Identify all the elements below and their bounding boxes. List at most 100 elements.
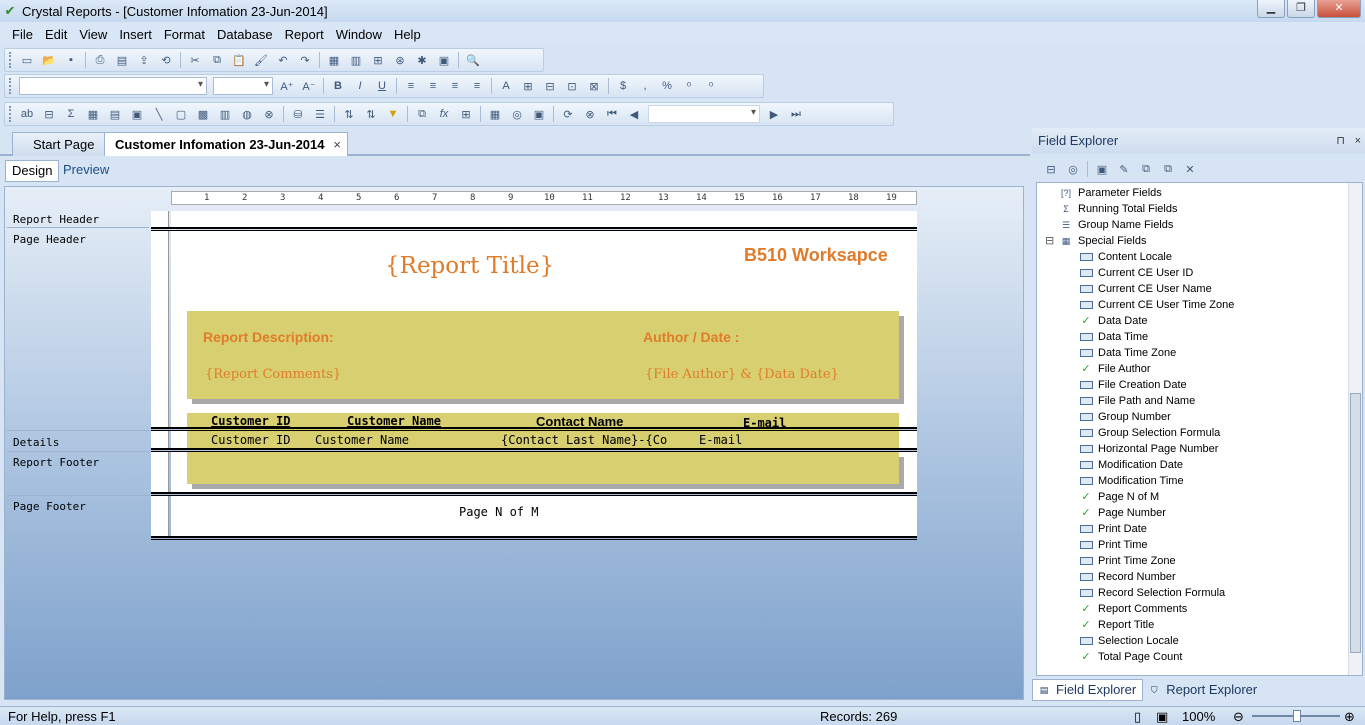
rename-field-icon[interactable]: ⧉	[1160, 161, 1176, 177]
field-tree-item[interactable]: ✓ Page N of M	[1079, 489, 1159, 505]
lock-format-icon[interactable]: ⊡	[564, 78, 580, 94]
field-tree-item[interactable]: Horizontal Page Number	[1079, 441, 1218, 457]
field-tree-item[interactable]: ✓ Report Comments	[1079, 601, 1187, 617]
detail-email[interactable]: E-mail	[699, 433, 742, 447]
description-box[interactable]	[187, 311, 899, 399]
zoom-mode-icon[interactable]: ▣	[1156, 707, 1168, 725]
menu-report[interactable]: Report	[279, 27, 330, 42]
find-icon[interactable]: 🔍	[465, 52, 481, 68]
edit-field-icon[interactable]: ✎	[1116, 161, 1132, 177]
section-report-header[interactable]: Report Header	[13, 213, 99, 226]
field-tree-item[interactable]: Group Number	[1079, 409, 1171, 425]
group-icon[interactable]: ⊟	[41, 106, 57, 122]
field-tree-item[interactable]: ✓ File Author	[1079, 361, 1150, 377]
tab-preview[interactable]: Preview	[57, 160, 115, 182]
field-tree-item[interactable]: Group Selection Formula	[1079, 425, 1220, 441]
field-tree-item[interactable]: ☰ Group Name Fields	[1059, 217, 1173, 233]
collapse-icon[interactable]: ⊟	[1045, 233, 1054, 249]
cut-icon[interactable]: ✂	[187, 52, 203, 68]
close-button[interactable]: ✕	[1317, 0, 1361, 18]
decrease-font-icon[interactable]: A⁻	[301, 78, 317, 94]
field-tree-item[interactable]: Print Time Zone	[1079, 553, 1176, 569]
page-n-of-m-field[interactable]: Page N of M	[459, 505, 538, 519]
field-tree-item[interactable]: File Creation Date	[1079, 377, 1187, 393]
table-icon[interactable]: ▦	[487, 106, 503, 122]
field-tree-item[interactable]: ✓ Total Page Count	[1079, 649, 1182, 665]
format-painter-icon[interactable]: 🖌	[253, 52, 269, 68]
report-sections-icon[interactable]: ▥	[348, 52, 364, 68]
grid-icon[interactable]: ⊞	[458, 106, 474, 122]
close-panel-icon[interactable]: ×	[1355, 128, 1361, 154]
select-expert-icon[interactable]: ⊛	[392, 52, 408, 68]
tab-field-explorer[interactable]: ▤ Field Explorer	[1032, 679, 1144, 701]
insert-field-icon[interactable]: ⊞	[370, 52, 386, 68]
menu-database[interactable]: Database	[211, 27, 279, 42]
sort-expert-icon[interactable]: ⇅	[341, 106, 357, 122]
minimize-button[interactable]: ▁	[1257, 0, 1285, 18]
field-tree-item[interactable]: Print Date	[1079, 521, 1147, 537]
field-tree-item[interactable]: Modification Date	[1079, 457, 1183, 473]
select-filter-icon[interactable]: ▼	[385, 106, 401, 122]
author-date-field[interactable]: {File Author} & {Data Date}	[645, 367, 839, 382]
toggle-field-view-icon[interactable]: ▦	[326, 52, 342, 68]
workspace-text[interactable]: B510 Worksapce	[744, 245, 888, 266]
header-customer-id[interactable]: Customer ID	[211, 414, 290, 428]
insert-to-report-icon[interactable]: ⊟	[1043, 161, 1059, 177]
report-title-field[interactable]: {Report Title}	[385, 253, 554, 279]
line-icon[interactable]: ╲	[151, 106, 167, 122]
summary-icon[interactable]: Σ	[63, 106, 79, 122]
prev-page-icon[interactable]: ◀	[626, 106, 642, 122]
bold-icon[interactable]: B	[330, 78, 346, 94]
field-tree-item[interactable]: ✓ Data Date	[1079, 313, 1147, 329]
search-db-icon[interactable]: ◎	[509, 106, 525, 122]
zoom-in-icon[interactable]: ⊕	[1344, 707, 1355, 725]
duplicate-field-icon[interactable]: ⧉	[1138, 161, 1154, 177]
field-tree-item[interactable]: ⊟ ▦ Special Fields	[1045, 233, 1146, 249]
crosstab-icon[interactable]: ▦	[85, 106, 101, 122]
page-nav-field[interactable]	[648, 105, 760, 123]
undo-icon[interactable]: ↶	[275, 52, 291, 68]
delete-field-icon[interactable]: ✕	[1182, 161, 1198, 177]
align-right-icon[interactable]: ≡	[447, 78, 463, 94]
new-field-icon[interactable]: ▣	[1094, 161, 1110, 177]
italic-icon[interactable]: I	[352, 78, 368, 94]
pin-icon[interactable]: ⊓	[1336, 128, 1345, 154]
subreport-icon[interactable]: ▣	[129, 106, 145, 122]
section-page-footer[interactable]: Page Footer	[13, 500, 86, 513]
formula-workshop-icon[interactable]: ✱	[414, 52, 430, 68]
field-tree-item[interactable]: Selection Locale	[1079, 633, 1179, 649]
picture-icon[interactable]: ▩	[195, 106, 211, 122]
detail-contact-formula[interactable]: {Contact Last Name}-{Con	[501, 433, 667, 447]
next-page-icon[interactable]: ▶	[766, 106, 782, 122]
field-tree-item[interactable]: Σ Running Total Fields	[1059, 201, 1177, 217]
menu-window[interactable]: Window	[330, 27, 388, 42]
tab-report-explorer[interactable]: ⛉ Report Explorer	[1143, 679, 1263, 701]
text-object-icon[interactable]: ab	[19, 106, 35, 122]
chart-icon[interactable]: ▥	[217, 106, 233, 122]
field-tree-item[interactable]: Record Selection Formula	[1079, 585, 1225, 601]
field-tree-item[interactable]: Current CE User Time Zone	[1079, 297, 1234, 313]
thousands-icon[interactable]: ,	[637, 78, 653, 94]
print-icon[interactable]: ⎙	[92, 52, 108, 68]
save-icon[interactable]: ▪	[63, 52, 79, 68]
flash-icon[interactable]: ⊗	[261, 106, 277, 122]
tab-customer-infomation[interactable]: Customer Infomation 23-Jun-2014 ×	[104, 132, 348, 156]
menu-edit[interactable]: Edit	[39, 27, 73, 42]
page-footer-band[interactable]	[171, 496, 917, 536]
detail-customer-id[interactable]: Customer ID	[211, 433, 290, 447]
field-tree-item[interactable]: Print Time	[1079, 537, 1148, 553]
new-icon[interactable]: ▭	[19, 52, 35, 68]
justify-icon[interactable]: ≡	[469, 78, 485, 94]
field-tree-item[interactable]: ✓ Report Title	[1079, 617, 1154, 633]
menu-insert[interactable]: Insert	[113, 27, 158, 42]
report-alerts-icon[interactable]: ▣	[531, 106, 547, 122]
align-center-icon[interactable]: ≡	[425, 78, 441, 94]
export-icon[interactable]: ⇪	[136, 52, 152, 68]
scrollbar[interactable]	[1348, 183, 1362, 675]
paste-icon[interactable]: 📋	[231, 52, 247, 68]
tab-design[interactable]: Design	[5, 160, 60, 182]
font-combo[interactable]	[19, 77, 207, 95]
detail-customer-name[interactable]: Customer Name	[315, 433, 409, 447]
open-icon[interactable]: 📂	[41, 52, 57, 68]
increase-font-icon[interactable]: A⁺	[279, 78, 295, 94]
